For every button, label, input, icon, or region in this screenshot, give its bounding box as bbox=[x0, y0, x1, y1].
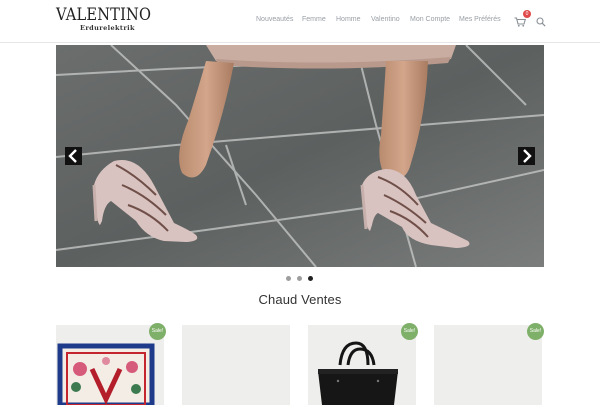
nav-item-valentino[interactable]: Valentino bbox=[371, 16, 400, 23]
slider-dot-2[interactable] bbox=[297, 276, 302, 281]
chevron-right-icon bbox=[523, 149, 532, 163]
slider-dot-1[interactable] bbox=[286, 276, 291, 281]
hero-image bbox=[56, 45, 544, 267]
handbag-image bbox=[318, 341, 398, 405]
sale-badge: Sale! bbox=[149, 323, 166, 340]
product-card[interactable] bbox=[56, 325, 164, 405]
nav-item-femme[interactable]: Femme bbox=[302, 16, 326, 23]
slider-next-button[interactable] bbox=[518, 147, 535, 165]
site-header: VALENTINO Erdurelektrik Nouveautés Femme… bbox=[0, 0, 600, 43]
sale-badge: Sale! bbox=[527, 323, 544, 340]
nav-item-nouveautes[interactable]: Nouveautés bbox=[256, 16, 293, 23]
logo-subtitle: Erdurelektrik bbox=[80, 24, 135, 32]
product-card[interactable] bbox=[308, 325, 416, 405]
nav-item-mon-compte[interactable]: Mon Compte bbox=[410, 16, 450, 23]
section-title: Chaud Ventes bbox=[258, 292, 342, 307]
logo[interactable]: VALENTINO Erdurelektrik bbox=[56, 6, 154, 32]
chevron-left-icon bbox=[68, 149, 77, 163]
slider-dot-3[interactable] bbox=[308, 276, 313, 281]
nav-item-mes-preferes[interactable]: Mes Préférés bbox=[459, 16, 501, 23]
nav-item-homme[interactable]: Homme bbox=[336, 16, 361, 23]
search-icon[interactable] bbox=[536, 14, 546, 27]
product-card[interactable] bbox=[182, 325, 290, 405]
sale-badge: Sale! bbox=[401, 323, 418, 340]
hero-slider[interactable] bbox=[56, 45, 544, 267]
scarf-image bbox=[57, 343, 155, 405]
slider-prev-button[interactable] bbox=[65, 147, 82, 165]
product-card[interactable] bbox=[434, 325, 542, 405]
logo-text: VALENTINO bbox=[56, 5, 152, 25]
cart-count-badge: 0 bbox=[523, 10, 531, 18]
